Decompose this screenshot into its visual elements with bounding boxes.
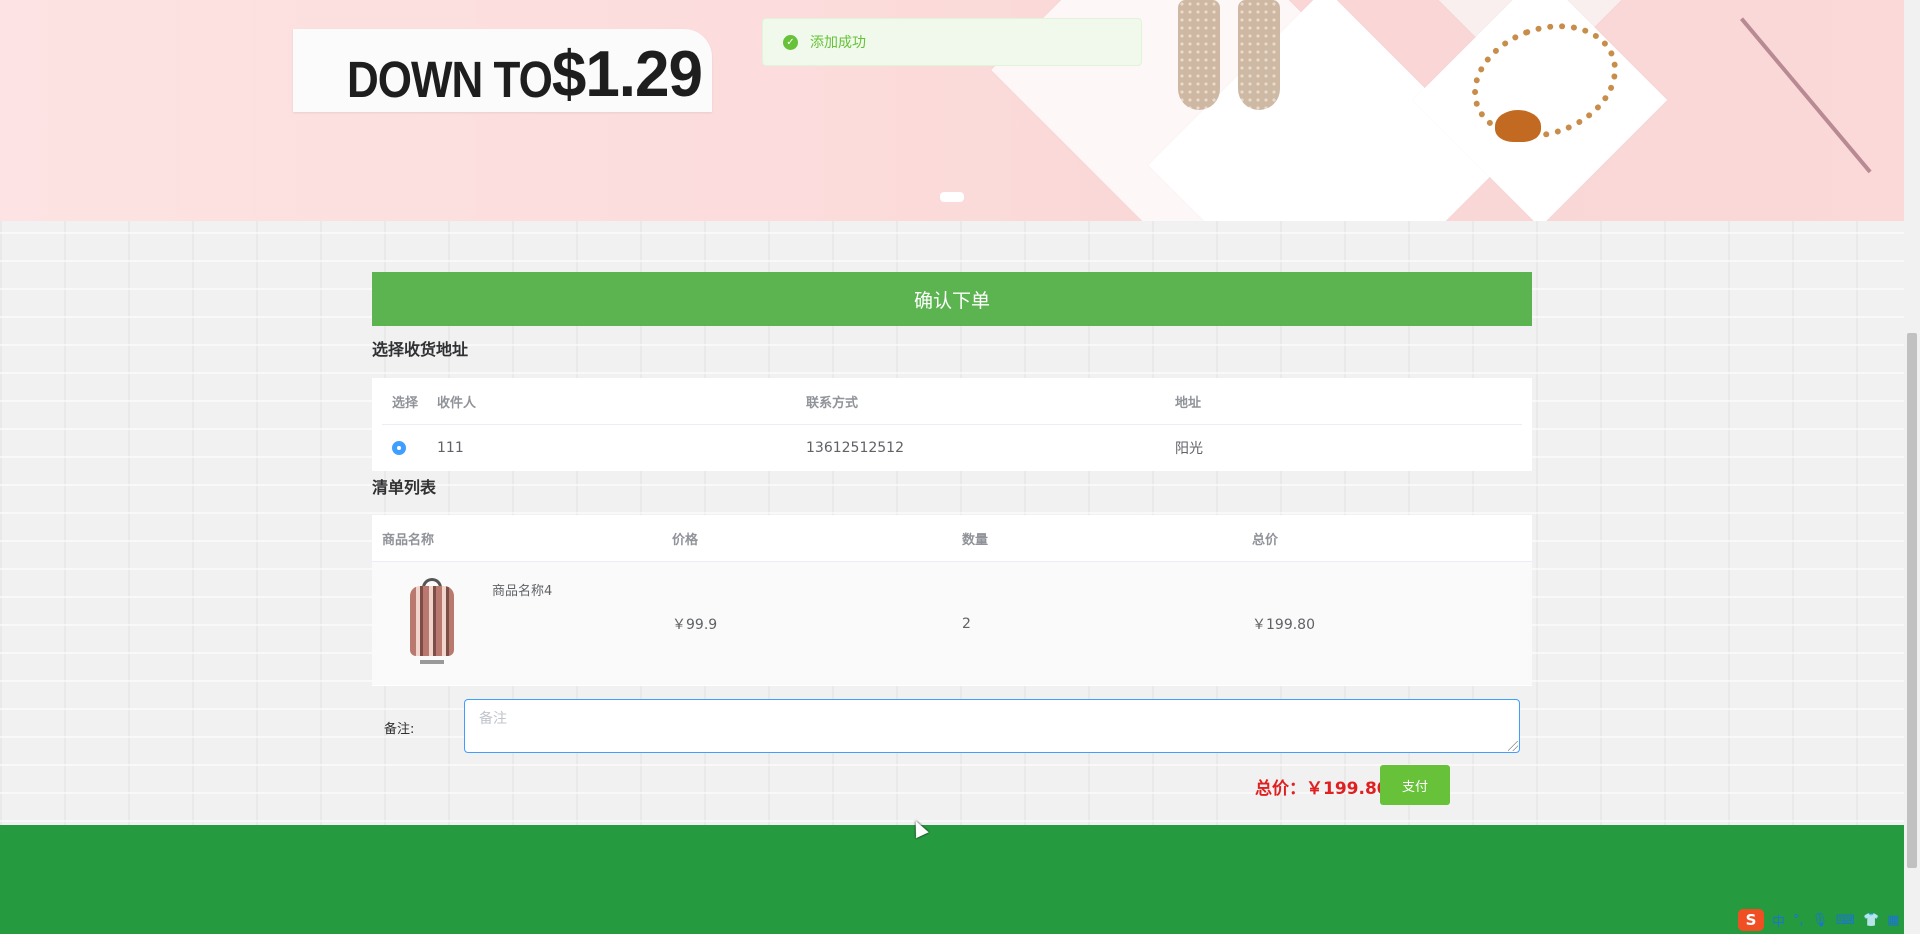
pay-button[interactable]: 支付 bbox=[1380, 765, 1450, 805]
scrollbar-thumb[interactable] bbox=[1907, 333, 1917, 868]
shirt-icon[interactable]: 👕 bbox=[1863, 913, 1879, 928]
product-tag-shape bbox=[420, 660, 444, 664]
product-image[interactable] bbox=[382, 578, 474, 670]
order-total-label: 总价：￥199.80 bbox=[1255, 779, 1389, 799]
address-section-title: 选择收货地址 bbox=[372, 340, 469, 359]
earring-image bbox=[1178, 0, 1220, 110]
backpack-shape bbox=[410, 586, 454, 656]
page-footer bbox=[0, 825, 1904, 934]
address-select-cell bbox=[382, 441, 437, 455]
butterfly-charm-image bbox=[1495, 110, 1541, 142]
product-cell: 商品名称4 bbox=[382, 562, 672, 685]
sogou-logo-icon[interactable]: S bbox=[1738, 909, 1764, 931]
column-header-phone: 联系方式 bbox=[806, 395, 859, 411]
address-radio-button[interactable] bbox=[392, 441, 406, 455]
ime-toolbar: S 中 °, 🎙 ⌨ 👕 ▦ bbox=[1738, 908, 1918, 932]
confirm-order-header: 确认下单 bbox=[372, 272, 1532, 326]
ime-language-toggle[interactable]: 中 bbox=[1772, 911, 1785, 930]
success-toast: ✓ 添加成功 bbox=[762, 18, 1142, 66]
vertical-scrollbar[interactable] bbox=[1904, 0, 1920, 934]
promo-text: DOWN TO $1.29 bbox=[347, 38, 703, 111]
column-header-address: 地址 bbox=[1175, 395, 1202, 411]
mic-icon[interactable]: 🎙 bbox=[1812, 913, 1829, 928]
resize-grip-icon[interactable] bbox=[1508, 741, 1518, 751]
product-name: 商品名称4 bbox=[492, 584, 553, 599]
items-table-header: 商品名称 价格 数量 总价 bbox=[372, 515, 1532, 562]
address-table: 选择 收件人 联系方式 地址 111 13612512512 阳光 bbox=[372, 378, 1532, 471]
column-header-select: 选择 bbox=[392, 395, 419, 411]
toast-message: 添加成功 bbox=[810, 35, 866, 51]
address-row[interactable]: 111 13612512512 阳光 bbox=[382, 425, 1522, 471]
remark-textarea[interactable] bbox=[464, 699, 1520, 753]
price-cell: ￥99.9 bbox=[672, 616, 718, 633]
phone-cell: 13612512512 bbox=[806, 440, 904, 456]
branch-decoration bbox=[1740, 17, 1872, 174]
list-section-title: 清单列表 bbox=[372, 478, 437, 497]
check-circle-icon: ✓ bbox=[783, 34, 798, 50]
column-header-quantity: 数量 bbox=[962, 532, 989, 548]
item-total-cell: ￥199.80 bbox=[1252, 616, 1315, 633]
address-table-header: 选择 收件人 联系方式 地址 bbox=[382, 378, 1522, 425]
promo-down-text: DOWN TO bbox=[347, 52, 553, 109]
column-header-product-name: 商品名称 bbox=[382, 532, 435, 548]
promo-price-text: $1.29 bbox=[551, 38, 703, 111]
confirm-order-title: 确认下单 bbox=[913, 289, 990, 312]
order-items-table: 商品名称 价格 数量 总价 商品名称4 ￥99.9 2 ￥199.80 bbox=[372, 515, 1532, 686]
column-header-price: 价格 bbox=[672, 532, 699, 548]
earring-image bbox=[1238, 0, 1280, 110]
order-item-row: 商品名称4 ￥99.9 2 ￥199.80 bbox=[372, 562, 1532, 685]
carousel-indicator[interactable] bbox=[940, 192, 964, 202]
ime-punctuation-toggle[interactable]: °, bbox=[1793, 913, 1804, 928]
promo-box: DOWN TO $1.29 bbox=[293, 29, 712, 112]
quantity-cell: 2 bbox=[962, 615, 971, 632]
grid-icon[interactable]: ▦ bbox=[1887, 913, 1899, 928]
address-cell: 阳光 bbox=[1175, 441, 1203, 457]
column-header-recipient: 收件人 bbox=[437, 395, 477, 411]
keyboard-icon[interactable]: ⌨ bbox=[1836, 913, 1855, 928]
recipient-cell: 111 bbox=[437, 440, 464, 456]
column-header-total: 总价 bbox=[1252, 532, 1279, 548]
remark-label: 备注: bbox=[384, 722, 415, 737]
